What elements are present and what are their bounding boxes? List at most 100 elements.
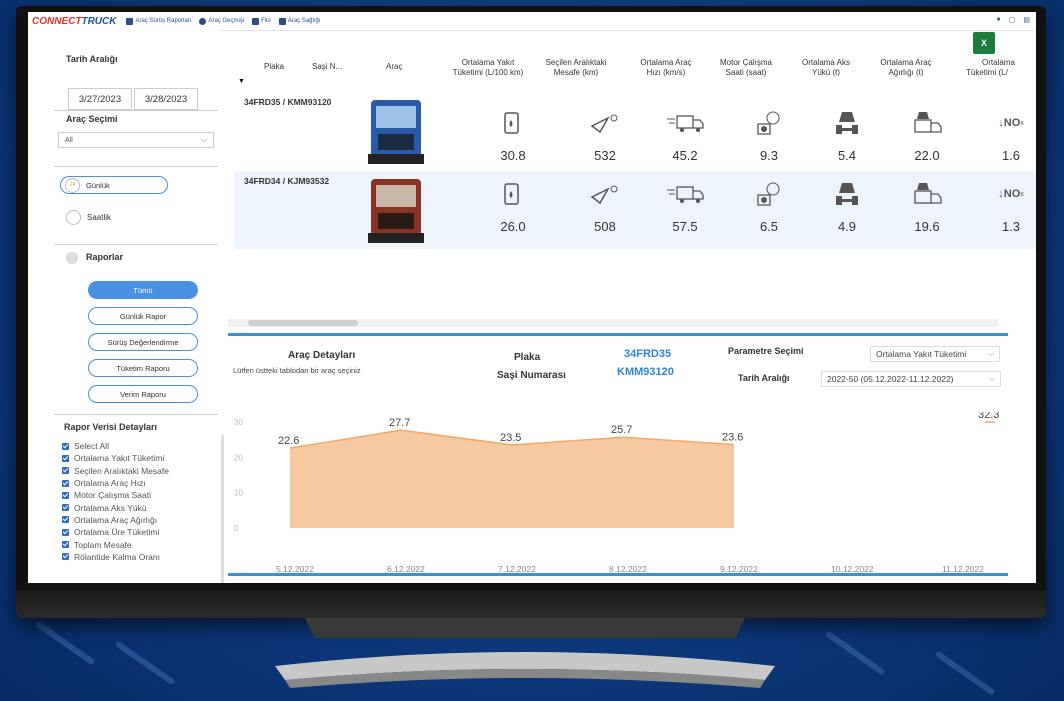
parameter-select[interactable]: Ortalama Yakıt Tüketimi ⌵ xyxy=(870,346,1000,362)
plate-label: Plaka xyxy=(514,352,541,363)
daily-period-option[interactable]: 24 Günlük xyxy=(60,176,168,194)
data-label: 23.6 xyxy=(722,432,743,444)
urea-cell: ↓ NO x 1.3 xyxy=(986,181,1036,234)
col-speed[interactable]: Ortalama Araç Hızı (km/s) xyxy=(626,58,706,78)
checkbox-speed[interactable]: Ortalama Araç Hızı xyxy=(62,477,212,489)
engine-hours-cell: 6.5 xyxy=(734,181,804,234)
checkbox-icon xyxy=(62,553,69,561)
plate-value: 34FRD35 xyxy=(624,348,672,360)
checkbox-distance[interactable]: Seçilen Aralıktaki Mesafe xyxy=(62,465,212,477)
checkbox-icon xyxy=(62,528,69,536)
hourly-period-option[interactable]: Saatlik xyxy=(66,210,111,225)
checkbox-select-all[interactable]: Select All xyxy=(62,440,212,452)
fuel-consumption-chart: 010203022.627.723.525.723.632.35.12.2022… xyxy=(234,412,999,574)
hourly-label: Saatlik xyxy=(87,213,112,222)
menu-icon[interactable]: ▤ xyxy=(1023,16,1030,24)
background-decoration xyxy=(114,640,176,686)
data-label: 27.7 xyxy=(389,417,410,429)
checkbox-icon xyxy=(62,541,69,549)
table-row[interactable]: 34FRD35 / KMM93120 30.8 532 45.2 9.3 5.4… xyxy=(234,92,1036,170)
truck-image xyxy=(368,179,424,243)
axle-weight-icon xyxy=(812,181,882,207)
plate-chassis: 34FRD35 / KMM93120 xyxy=(244,97,332,107)
fuel-cell: 26.0 xyxy=(478,181,548,234)
chevron-down-icon: ⌵ xyxy=(987,349,994,358)
people-icon xyxy=(252,17,260,25)
speed-cell: 57.5 xyxy=(650,181,720,234)
engine-clock-icon xyxy=(734,181,804,207)
scrollbar-thumb[interactable] xyxy=(248,320,358,326)
truck-weight-icon xyxy=(892,181,962,207)
axle-weight-icon xyxy=(812,110,882,136)
axle-load-cell: 5.4 xyxy=(812,110,882,163)
col-engine-hours[interactable]: Motor Çalışma Saati (saat) xyxy=(706,58,786,78)
user-icon[interactable]: ● xyxy=(997,16,1001,24)
report-all-button[interactable]: Tümü xyxy=(88,281,198,299)
week-select[interactable]: 2022-50 (05.12.2022-11.12.2022) ⌵ xyxy=(821,371,1001,387)
checkbox-idle-ratio[interactable]: Rölantide Kalma Oranı xyxy=(62,551,212,563)
select-vehicle-hint: Lütfen üstteki tablodan bir araç seçiniz xyxy=(233,366,361,375)
end-date-input[interactable]: 3/28/2023 xyxy=(134,88,198,110)
nav-vehicle-health[interactable]: Araç Sağlığı xyxy=(278,17,321,25)
table-horizontal-scrollbar[interactable] xyxy=(228,319,998,327)
clock-icon xyxy=(66,210,81,225)
background-decoration xyxy=(34,620,96,666)
divider xyxy=(54,110,218,111)
vehicle-weight-cell: 22.0 xyxy=(892,110,962,163)
fast-truck-icon xyxy=(650,110,720,136)
section-divider xyxy=(228,333,1008,336)
y-tick-label: 10 xyxy=(234,489,243,498)
data-label: 22.6 xyxy=(278,435,299,447)
vehicle-select[interactable]: All ⌵ xyxy=(58,132,214,148)
nav-fleet[interactable]: Filo xyxy=(252,17,271,25)
checkbox-urea[interactable]: Ortalama Üre Tüketimi xyxy=(62,526,212,538)
y-tick-label: 30 xyxy=(234,418,243,427)
plate-chassis: 34FRD34 / KJM93532 xyxy=(244,176,330,186)
table-row[interactable]: 34FRD34 / KJM93532 26.0 508 57.5 6.5 4.9… xyxy=(234,171,1036,249)
consumption-report-button[interactable]: Tüketim Raporu xyxy=(88,359,198,377)
checkbox-fuel[interactable]: Ortalama Yakıt Tüketimi xyxy=(62,452,212,464)
top-navigation-bar: CONNECTTRUCK Araç Sürüş Raporları Araç G… xyxy=(28,12,1036,31)
sort-down-icon[interactable]: ▼ xyxy=(238,78,245,85)
daily-report-button[interactable]: Günlük Rapor xyxy=(88,307,198,325)
chassis-label: Saşi Numarası xyxy=(497,370,566,381)
fuel-pump-icon xyxy=(478,110,548,136)
col-axle-load[interactable]: Ortalama Aks Yükü (t) xyxy=(786,58,866,78)
data-label: 32.3 xyxy=(978,412,999,421)
nox-icon: ↓ NO x xyxy=(998,117,1024,129)
health-icon xyxy=(278,17,286,25)
col-plate[interactable]: Plaka xyxy=(264,62,284,72)
col-distance[interactable]: Seçilen Aralıktaki Mesafe (km) xyxy=(536,58,616,78)
chevron-down-icon: ⌵ xyxy=(988,374,995,383)
checkbox-engine-hours[interactable]: Motor Çalışma Saati xyxy=(62,489,212,501)
nav-vehicle-history[interactable]: Araç Geçmişi xyxy=(199,17,244,25)
start-date-input[interactable]: 3/27/2023 xyxy=(68,88,132,110)
monitor-stand xyxy=(275,618,775,688)
monitor-bezel xyxy=(16,590,1046,618)
col-urea[interactable]: Ortalama Tüketimi (L/ xyxy=(956,58,1036,78)
sidebar-scrollbar[interactable] xyxy=(221,435,224,583)
col-vehicle-weight[interactable]: Ortalama Araç Ağırlığı (t) xyxy=(866,58,946,78)
col-vehicle[interactable]: Araç xyxy=(386,62,402,72)
route-icon xyxy=(570,181,640,207)
nav-driving-reports[interactable]: Araç Sürüş Raporları xyxy=(126,17,191,25)
fuel-pump-icon xyxy=(478,181,548,207)
fast-truck-icon xyxy=(650,181,720,207)
fuel-cell: 30.8 xyxy=(478,110,548,163)
checkbox-icon xyxy=(62,491,69,499)
driving-evaluation-button[interactable]: Sürüş Değerlendirme xyxy=(88,333,198,351)
history-icon xyxy=(199,17,207,25)
col-chassis[interactable]: Saşi N... xyxy=(312,62,342,72)
table-header: Plaka Saşi N... ▼ Araç Ortalama Yakıt Tük… xyxy=(228,40,1036,95)
checkbox-axle-load[interactable]: Ortalama Aks Yükü xyxy=(62,501,212,513)
parameter-select-label: Parametre Seçimi xyxy=(728,346,804,356)
col-fuel[interactable]: Ortalama Yakıt Tüketimi (L/100 km) xyxy=(443,58,533,78)
checkbox-icon xyxy=(62,442,69,450)
efficiency-report-button[interactable]: Verim Raporu xyxy=(88,385,198,403)
window-icon[interactable]: ▢ xyxy=(1009,16,1016,24)
checkbox-total-distance[interactable]: Toplam Mesafe xyxy=(62,538,212,550)
checkbox-icon xyxy=(62,454,69,462)
route-icon xyxy=(570,110,640,136)
checkbox-vehicle-weight[interactable]: Ortalama Araç Ağırlığı xyxy=(62,514,212,526)
divider xyxy=(54,414,218,415)
